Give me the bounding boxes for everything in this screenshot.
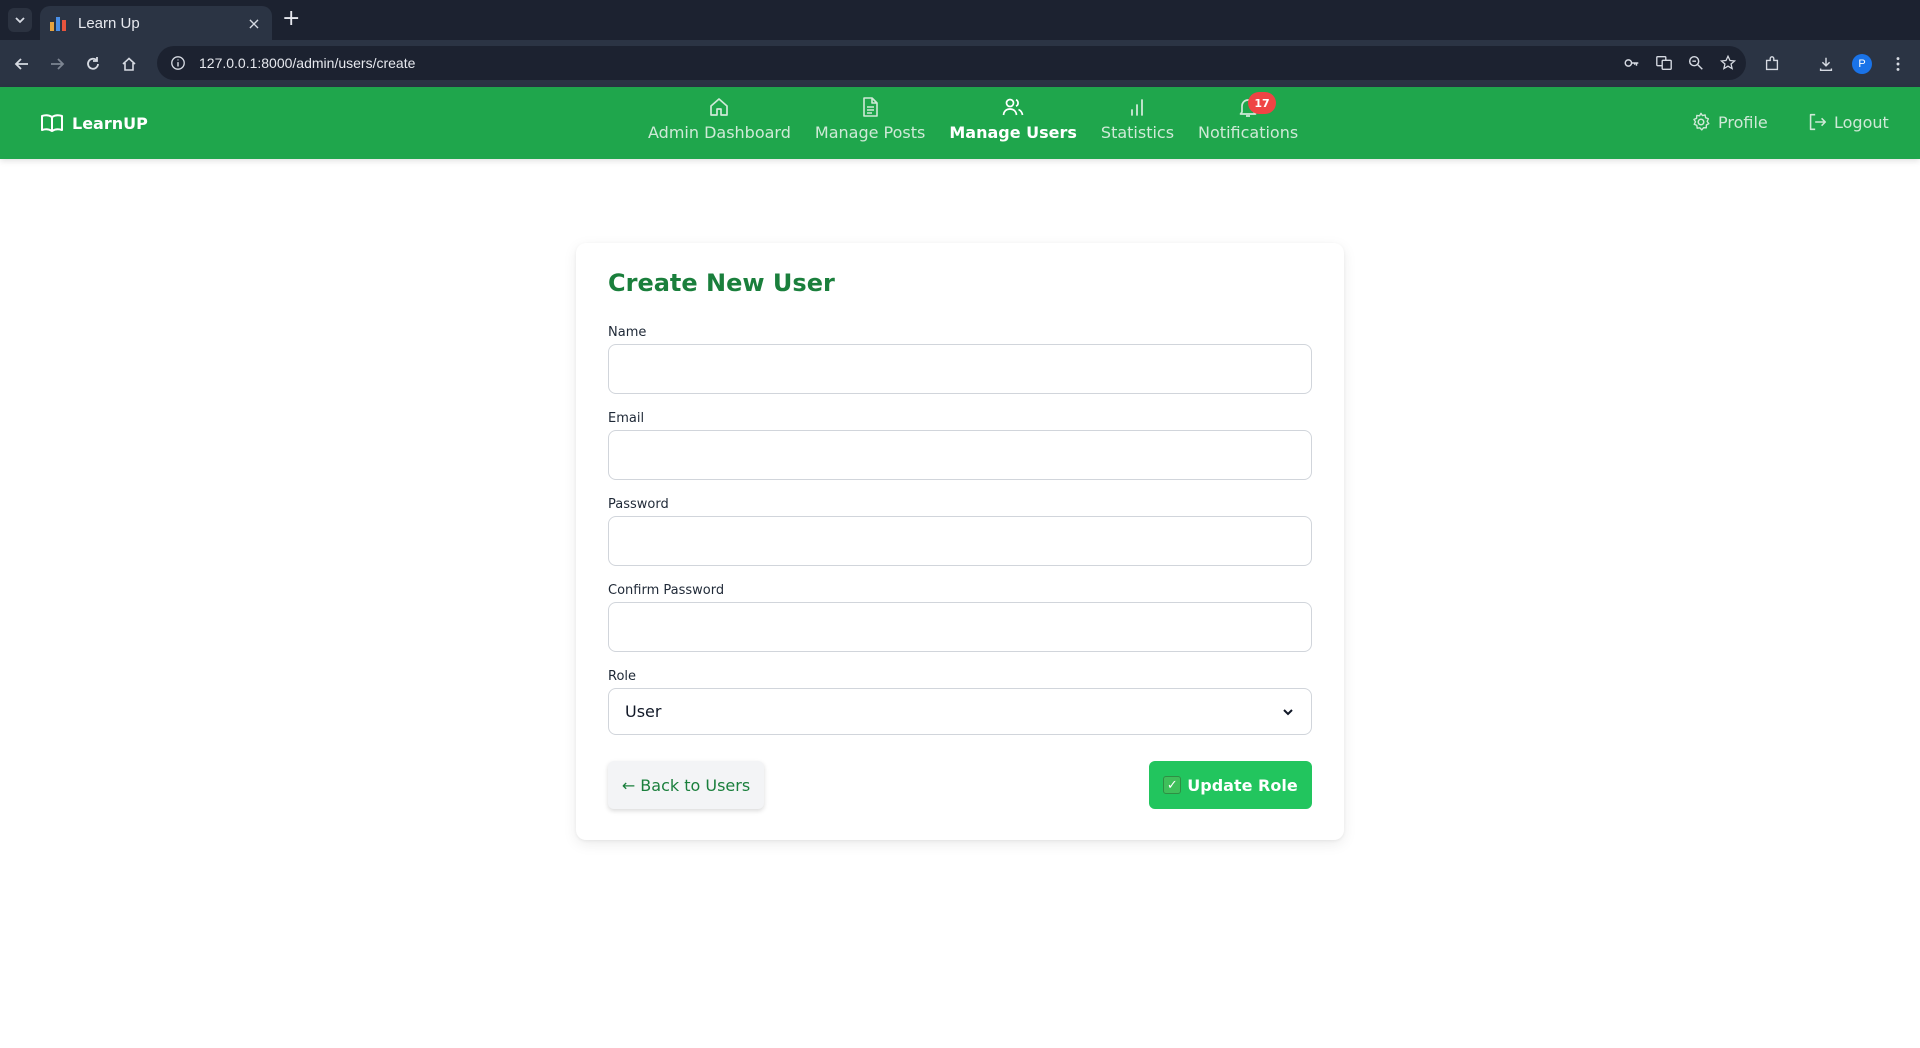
extensions-puzzle-icon[interactable] bbox=[1760, 52, 1784, 76]
role-select[interactable]: User bbox=[608, 688, 1312, 735]
home-icon bbox=[710, 98, 729, 116]
nav-item-statistics[interactable]: Statistics bbox=[1101, 95, 1174, 142]
profile-link[interactable]: Profile bbox=[1690, 111, 1768, 133]
page-title: Create New User bbox=[608, 269, 835, 297]
create-user-card: Create New User Name Email Password Conf… bbox=[576, 243, 1344, 840]
profile-label: Profile bbox=[1718, 112, 1768, 132]
password-key-icon[interactable] bbox=[1622, 53, 1642, 73]
nav-item-label: Manage Users bbox=[949, 123, 1077, 142]
bookmark-star-icon[interactable] bbox=[1718, 53, 1738, 73]
name-label: Name bbox=[608, 325, 647, 340]
chevron-down-icon bbox=[1283, 708, 1293, 715]
back-to-users-button[interactable]: ← Back to Users bbox=[608, 761, 764, 809]
brand-name: LearnUP bbox=[72, 113, 148, 133]
nav-item-label: Notifications bbox=[1198, 123, 1299, 142]
password-label: Password bbox=[608, 497, 669, 512]
tab-search-chevron-icon[interactable] bbox=[8, 8, 32, 32]
update-role-label: Update Role bbox=[1187, 775, 1298, 795]
main-nav: Admin Dashboard Manage Posts Manage User… bbox=[648, 92, 1299, 142]
nav-item-notifications[interactable]: Notifications 17 bbox=[1198, 92, 1299, 142]
browser-menu-icon[interactable] bbox=[1886, 52, 1910, 76]
profile-avatar[interactable]: P bbox=[1850, 52, 1874, 76]
profile-initial: P bbox=[1852, 54, 1872, 74]
role-label: Role bbox=[608, 669, 637, 684]
users-icon bbox=[1002, 98, 1024, 116]
confirm-password-label: Confirm Password bbox=[608, 583, 725, 598]
nav-item-label: Manage Posts bbox=[814, 123, 926, 142]
notification-count-badge: 17 bbox=[1248, 92, 1277, 114]
nav-item-manage-posts[interactable]: Manage Posts bbox=[815, 95, 925, 142]
role-selected-value: User bbox=[625, 702, 662, 721]
forward-arrow-icon[interactable] bbox=[45, 52, 69, 76]
logout-icon bbox=[1809, 113, 1827, 131]
tab-close-icon[interactable]: × bbox=[246, 14, 262, 33]
browser-toolbar: 127.0.0.1:8000/admin/users/create P bbox=[0, 40, 1920, 87]
download-icon[interactable] bbox=[1814, 52, 1838, 76]
check-icon: ✓ bbox=[1163, 776, 1182, 794]
gear-icon bbox=[1693, 112, 1710, 131]
bar-chart-icon bbox=[1131, 99, 1144, 116]
nav-item-label: Statistics bbox=[1100, 123, 1175, 142]
brand-logo[interactable]: LearnUP bbox=[40, 111, 148, 135]
app-navbar: LearnUP Admin Dashboard Manage Posts Man… bbox=[0, 87, 1920, 159]
tab-title: Learn Up bbox=[78, 14, 140, 32]
reload-icon[interactable] bbox=[81, 52, 105, 76]
back-arrow-icon[interactable] bbox=[10, 52, 34, 76]
new-tab-button[interactable]: + bbox=[282, 7, 300, 31]
confirm-password-field[interactable] bbox=[608, 602, 1312, 652]
logout-label: Logout bbox=[1834, 112, 1889, 132]
browser-tab-bar: Learn Up × + bbox=[0, 0, 1920, 40]
email-field[interactable] bbox=[608, 430, 1312, 480]
nav-item-admin-dashboard[interactable]: Admin Dashboard bbox=[648, 95, 791, 142]
name-field[interactable] bbox=[608, 344, 1312, 394]
logout-link[interactable]: Logout bbox=[1806, 111, 1889, 133]
document-icon bbox=[863, 97, 878, 117]
site-info-icon[interactable] bbox=[169, 54, 187, 72]
favicon-icon bbox=[50, 15, 66, 31]
home-browser-icon[interactable] bbox=[117, 52, 141, 76]
book-open-icon bbox=[41, 114, 63, 132]
url-text[interactable]: 127.0.0.1:8000/admin/users/create bbox=[199, 55, 415, 71]
update-role-button[interactable]: ✓ Update Role bbox=[1149, 761, 1312, 809]
address-bar[interactable]: 127.0.0.1:8000/admin/users/create bbox=[157, 46, 1746, 80]
zoom-icon[interactable] bbox=[1686, 53, 1706, 73]
browser-tab[interactable]: Learn Up × bbox=[40, 6, 272, 40]
nav-item-manage-users[interactable]: Manage Users bbox=[949, 95, 1077, 142]
password-field[interactable] bbox=[608, 516, 1312, 566]
translate-icon[interactable] bbox=[1654, 53, 1674, 73]
nav-item-label: Admin Dashboard bbox=[648, 123, 791, 142]
email-label: Email bbox=[608, 411, 645, 426]
